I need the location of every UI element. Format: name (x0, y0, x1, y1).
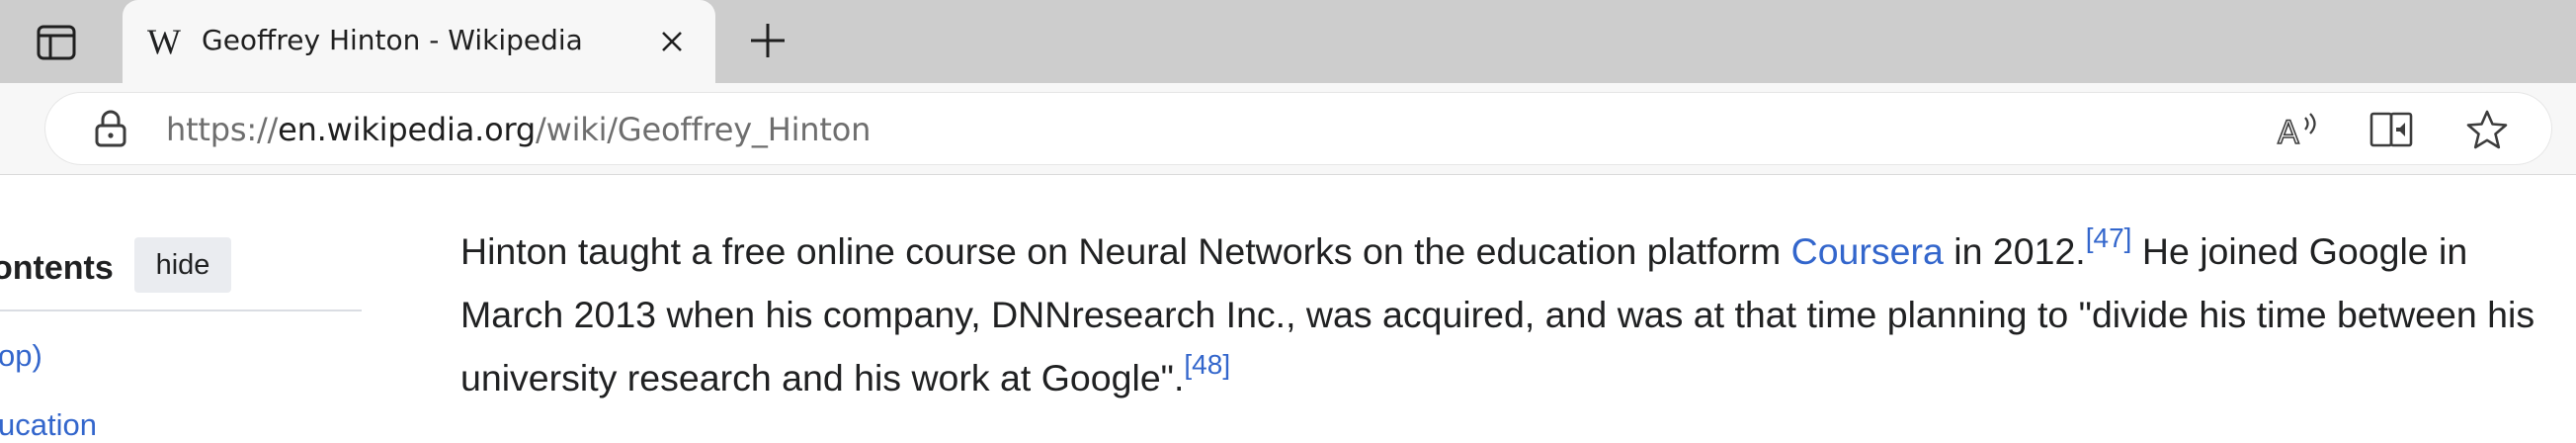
tab-actions-button[interactable] (22, 20, 91, 69)
immersive-reader-icon[interactable] (2369, 107, 2415, 152)
tab-strip: W Geoffrey Hinton - Wikipedia (0, 0, 2576, 83)
url-text[interactable]: https://en.wikipedia.org/wiki/Geoffrey_H… (166, 111, 871, 148)
url-host: en.wikipedia.org (278, 111, 537, 148)
browser-toolbar: https://en.wikipedia.org/wiki/Geoffrey_H… (0, 83, 2576, 175)
paragraph-text: Hinton taught a free online course on Ne… (460, 230, 1791, 272)
tab-actions-icon (37, 25, 76, 65)
plus-icon (749, 22, 787, 64)
address-bar[interactable]: https://en.wikipedia.org/wiki/Geoffrey_H… (45, 93, 2551, 164)
star-icon[interactable] (2464, 107, 2510, 152)
toc-item-education[interactable]: ucation (0, 407, 97, 443)
toc-divider (0, 310, 362, 311)
table-of-contents: ontents hide op) ucation (0, 174, 375, 443)
toc-title: ontents (0, 249, 114, 287)
wikipedia-favicon-icon: W (147, 22, 181, 61)
read-aloud-icon[interactable]: A (2275, 107, 2320, 152)
toc-item-top[interactable]: op) (0, 338, 42, 374)
tab-active[interactable]: W Geoffrey Hinton - Wikipedia (123, 0, 715, 83)
close-icon[interactable] (652, 22, 692, 61)
toc-hide-button[interactable]: hide (134, 237, 231, 293)
svg-text:A: A (2278, 114, 2299, 149)
lock-icon[interactable] (91, 109, 130, 148)
article-paragraph: Hinton taught a free online course on Ne… (460, 220, 2555, 409)
url-path: /wiki/Geoffrey_Hinton (536, 111, 872, 148)
citation-48-link[interactable]: [48] (1184, 349, 1230, 380)
new-tab-button[interactable] (743, 18, 792, 67)
paragraph-text: in 2012. (1943, 230, 2086, 272)
url-scheme: https:// (166, 111, 279, 148)
tab-title: Geoffrey Hinton - Wikipedia (202, 24, 583, 56)
citation-47-link[interactable]: [47] (2086, 222, 2132, 253)
coursera-link[interactable]: Coursera (1791, 230, 1944, 272)
